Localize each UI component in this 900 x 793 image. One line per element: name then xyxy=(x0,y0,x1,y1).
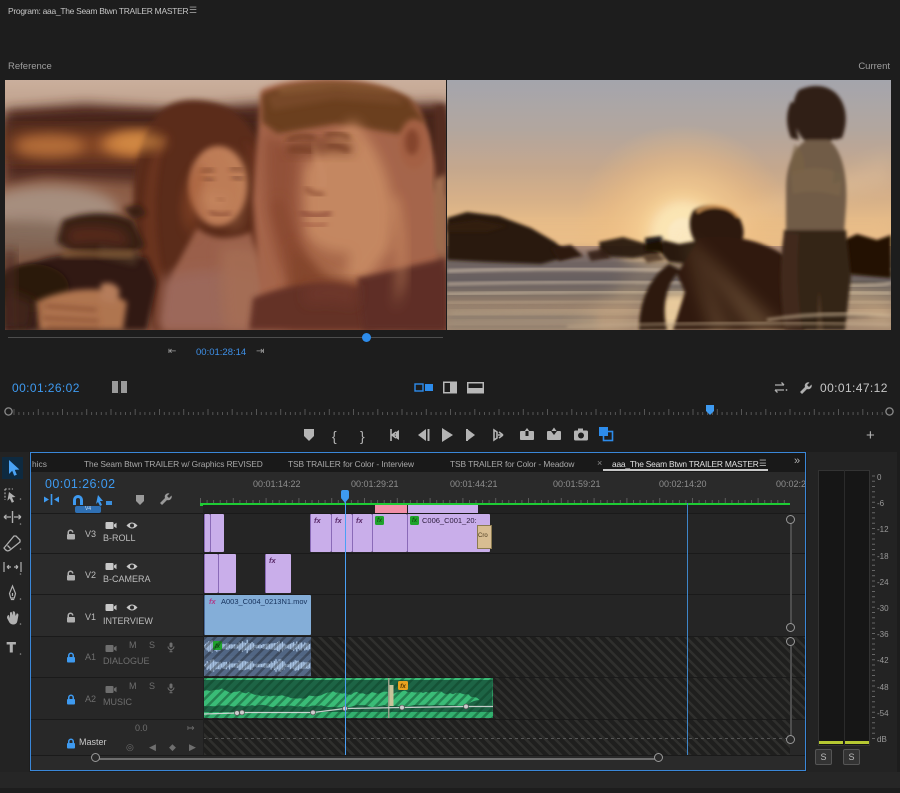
svg-text:fx: fx xyxy=(400,683,406,690)
svg-text:{: { xyxy=(332,428,337,444)
svg-text:}: } xyxy=(360,428,365,444)
svg-text:T: T xyxy=(7,639,16,655)
